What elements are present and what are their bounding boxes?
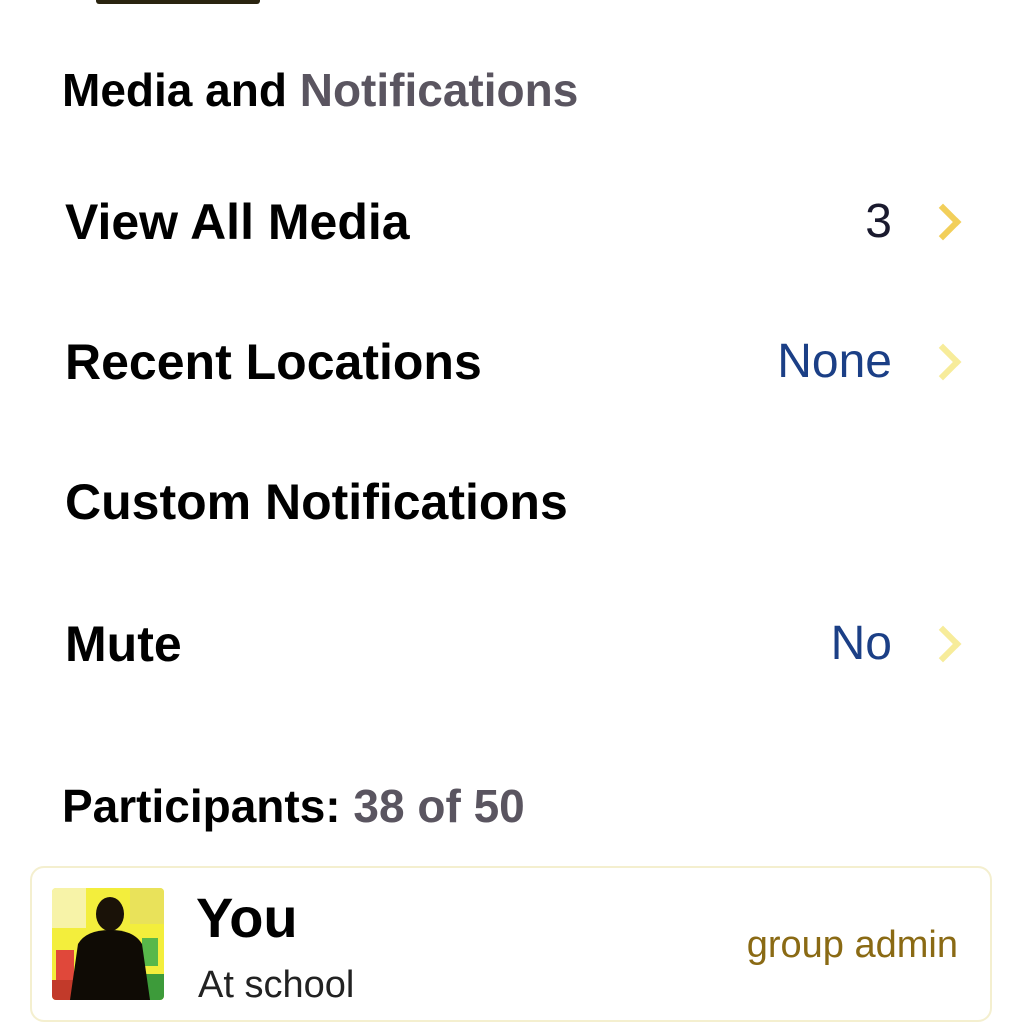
view-all-media-row[interactable]: View All Media 3 <box>30 152 994 292</box>
group-info-screen: Media and Notifications View All Media 3… <box>0 0 1024 1024</box>
participant-status: At school <box>198 964 355 1006</box>
participants-header-main: Participants: <box>62 780 341 832</box>
media-header-main: Media and <box>62 64 287 116</box>
mute-value: No <box>830 617 892 670</box>
top-divider <box>96 0 260 4</box>
mute-label: Mute <box>65 616 182 672</box>
view-all-media-label: View All Media <box>65 194 410 250</box>
custom-notifications-row[interactable]: Custom Notifications <box>30 432 994 572</box>
avatar[interactable] <box>52 888 164 1000</box>
participant-name: You <box>196 886 298 949</box>
media-header-rest: Notifications <box>299 64 579 116</box>
chevron-right-icon <box>924 343 962 381</box>
participants-count: 38 of 50 <box>353 780 525 832</box>
chevron-right-icon <box>924 625 962 663</box>
media-notifications-header: Media and Notifications <box>62 62 578 118</box>
recent-locations-value: None <box>777 335 892 388</box>
recent-locations-label: Recent Locations <box>65 334 482 390</box>
user-avatar-icon <box>52 888 164 1000</box>
admin-badge: group admin <box>746 924 958 966</box>
custom-notifications-label: Custom Notifications <box>65 474 568 530</box>
participant-row-you[interactable]: You At school group admin <box>30 866 992 1022</box>
participants-header: Participants: 38 of 50 <box>62 778 525 834</box>
media-count: 3 <box>865 195 892 248</box>
recent-locations-row[interactable]: Recent Locations None <box>30 292 994 432</box>
chevron-right-icon <box>924 203 962 241</box>
mute-row[interactable]: Mute No <box>30 574 994 714</box>
